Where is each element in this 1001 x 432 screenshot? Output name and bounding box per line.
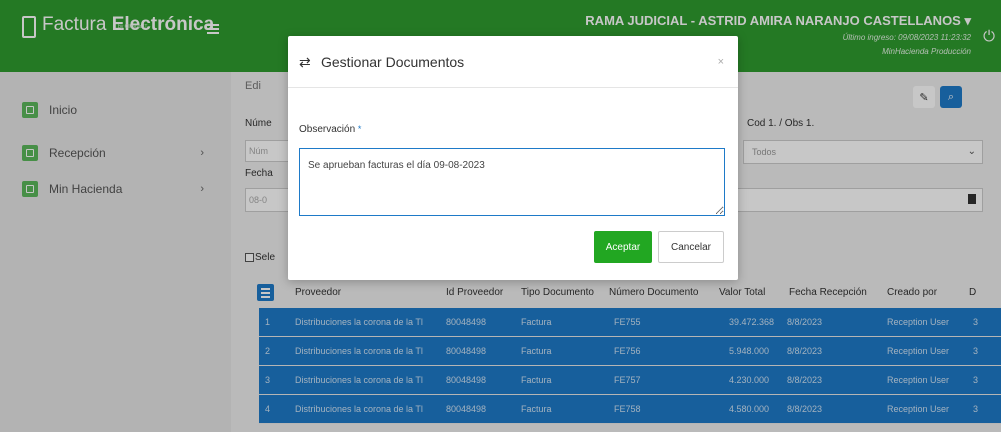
cancel-button[interactable]: Cancelar — [658, 231, 724, 263]
observacion-label-text: Observación — [299, 124, 356, 135]
accept-button[interactable]: Aceptar — [594, 231, 652, 263]
close-icon[interactable]: × — [718, 56, 724, 68]
exchange-icon: ⇄ — [299, 54, 311, 70]
gestionar-documentos-dialog: ⇄ Gestionar Documentos × Observación * S… — [288, 36, 738, 280]
observacion-label: Observación * — [299, 124, 361, 135]
dialog-title: Gestionar Documentos — [321, 54, 465, 70]
observacion-textarea[interactable]: Se aprueban facturas el día 09-08-2023 — [299, 148, 725, 216]
dialog-header: ⇄ Gestionar Documentos × — [288, 36, 738, 88]
required-marker: * — [357, 124, 362, 134]
